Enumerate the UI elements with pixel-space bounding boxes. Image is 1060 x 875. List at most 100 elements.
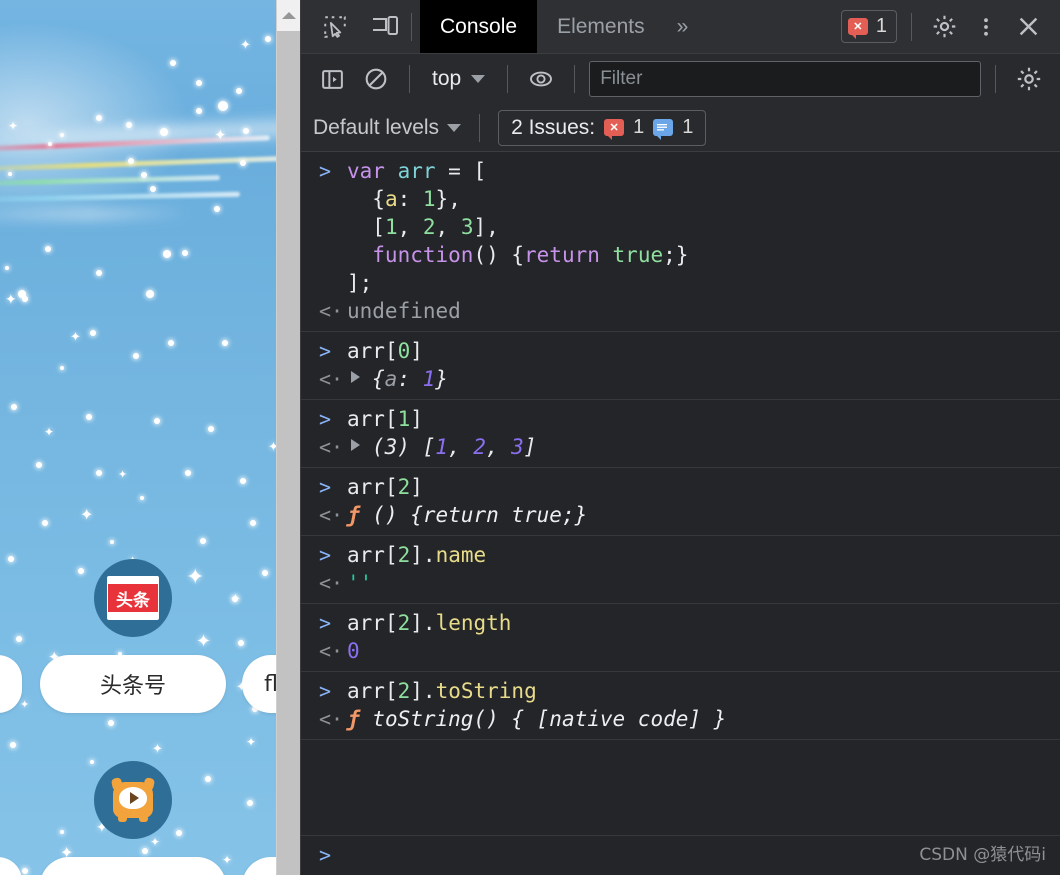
console-input-code: [1, 2, 3], <box>347 215 499 239</box>
app-label-partial-right[interactable]: fl <box>242 655 276 713</box>
more-tabs-label: » <box>676 14 689 38</box>
console-log-group: > arr[2].length <· 0 <box>301 604 1060 672</box>
inspect-element-icon[interactable] <box>317 9 353 45</box>
log-levels-selector[interactable]: Default levels <box>313 116 462 140</box>
console-log-area[interactable]: > var arr = [ {a: 1}, [1, 2, 3], function… <box>301 152 1060 835</box>
app-label-text: 头条号 <box>99 674 166 699</box>
output-marker-icon: <· <box>319 707 344 731</box>
console-input-code: var arr = [ <box>347 159 487 183</box>
app-label-toutiao[interactable]: 头条号 <box>40 655 226 713</box>
gear-icon[interactable] <box>926 9 962 45</box>
watermark-text: CSDN @猿代码i <box>919 845 1046 865</box>
expand-triangle-icon[interactable] <box>351 371 360 383</box>
context-selector[interactable]: top <box>424 67 493 91</box>
console-toolbar: top <box>301 54 1060 104</box>
console-input-code: arr[0] <box>347 339 423 363</box>
console-input-code: arr[2].name <box>347 543 487 567</box>
filter-bar-divider <box>479 113 481 142</box>
console-input-code: arr[2].length <box>347 611 512 635</box>
console-toolbar-divider-1 <box>409 65 410 93</box>
console-input-line: function() {return true;} <box>301 241 1060 269</box>
toutiao-logo-icon: 头条 <box>107 576 159 620</box>
output-marker-icon: <· <box>319 435 344 459</box>
issues-error-count: 1 <box>633 116 645 138</box>
tab-console-label: Console <box>440 14 518 38</box>
tabbar-right-divider <box>911 12 912 41</box>
close-icon[interactable] <box>1010 9 1046 45</box>
console-settings-gear-icon[interactable] <box>1010 60 1048 98</box>
output-marker-icon: <· <box>319 299 344 323</box>
expand-triangle-icon[interactable] <box>351 439 360 451</box>
input-marker-icon: > <box>319 159 332 183</box>
console-output-line: <· ƒ toString() { [native code] } <box>301 705 1060 733</box>
input-marker-icon: > <box>319 339 332 363</box>
clear-console-icon[interactable] <box>357 60 395 98</box>
filter-input[interactable] <box>589 61 981 97</box>
console-output-value: '' <box>347 571 373 595</box>
tabbar-divider <box>411 12 412 41</box>
input-marker-icon: > <box>319 475 332 499</box>
console-input-line: > arr[2].toString <box>301 677 1060 705</box>
console-input-line: > arr[2].name <box>301 541 1060 569</box>
app-icon-toutiao[interactable]: 头条 <box>94 559 172 637</box>
output-marker-icon: <· <box>319 571 344 595</box>
console-log-group: > arr[1] <· (3) [1, 2, 3] <box>301 400 1060 468</box>
input-marker-icon: > <box>319 543 332 567</box>
console-toolbar-divider-2 <box>507 65 509 93</box>
console-output-line: <· '' <box>301 569 1060 597</box>
console-toolbar-divider-4 <box>995 65 996 93</box>
console-input-line: > arr[2].length <box>301 609 1060 637</box>
console-output-line: <· (3) [1, 2, 3] <box>301 433 1060 461</box>
input-marker-icon: > <box>319 679 332 703</box>
console-log-group: > var arr = [ {a: 1}, [1, 2, 3], function… <box>301 152 1060 332</box>
input-marker-icon: > <box>319 611 332 635</box>
console-input-code: arr[1] <box>347 407 423 431</box>
context-selector-label: top <box>432 67 462 90</box>
console-output-line: <· ƒ () {return true;} <box>301 501 1060 529</box>
input-marker-icon: > <box>319 407 332 431</box>
issues-badge[interactable]: 2 Issues: ✕ 1 1 <box>498 109 707 146</box>
issues-info-bubble-icon <box>653 119 674 140</box>
devtools-tabbar: Console Elements » ✕ 1 <box>301 0 1060 54</box>
console-input-code: arr[2] <box>347 475 423 499</box>
console-input-line: {a: 1}, <box>301 185 1060 213</box>
console-input-line: ]; <box>301 269 1060 297</box>
issues-info-count: 1 <box>682 116 694 138</box>
console-output-value: undefined <box>347 299 461 323</box>
device-toolbar-icon[interactable] <box>367 9 403 45</box>
tab-elements[interactable]: Elements <box>537 0 665 53</box>
chevron-down-icon <box>447 123 462 132</box>
more-tabs-icon[interactable]: » <box>665 0 701 53</box>
app-label-partial-bottom[interactable] <box>40 857 226 875</box>
tab-console[interactable]: Console <box>420 0 538 53</box>
live-expression-eye-icon[interactable] <box>522 60 560 98</box>
output-marker-icon: <· <box>319 367 344 391</box>
console-sidebar-icon[interactable] <box>313 60 351 98</box>
output-marker-icon: <· <box>319 503 344 527</box>
aurora-streaks-decoration <box>0 116 276 250</box>
output-marker-icon: <· <box>319 639 344 663</box>
console-input-line: > arr[1] <box>301 405 1060 433</box>
tab-elements-label: Elements <box>557 14 645 38</box>
app-label-partial-bottom-right[interactable] <box>242 857 276 875</box>
error-count-badge[interactable]: ✕ 1 <box>840 10 897 43</box>
console-output-value: (3) [1, 2, 3] <box>347 433 536 461</box>
page-scrollbar[interactable] <box>276 0 300 875</box>
console-output-value: {a: 1} <box>347 365 448 393</box>
console-output-value: 0 <box>347 639 360 663</box>
scrollbar-thumb[interactable] <box>277 31 300 875</box>
web-page-pane[interactable]: ✦✦✦✦✦✦✦✦✦✦✦✦✦✦✦✦✦✦✦✦✦✦✦ 头条 头条号 fl <box>0 0 276 875</box>
console-output-value: ƒ toString() { [native code] } <box>347 707 727 731</box>
app-label-partial-bottom-left[interactable] <box>0 857 22 875</box>
kebab-menu-icon[interactable] <box>968 9 1004 45</box>
xigua-logo-icon <box>110 777 156 822</box>
console-filter-bar: Default levels 2 Issues: ✕ 1 1 <box>301 104 1060 152</box>
app-icon-xigua-video[interactable] <box>94 761 172 839</box>
scrollbar-up-arrow-icon[interactable] <box>277 0 300 31</box>
console-log-group: > arr[2] <· ƒ () {return true;} <box>301 468 1060 536</box>
console-output-line: <· 0 <box>301 637 1060 665</box>
console-log-group: > arr[2].name <· '' <box>301 536 1060 604</box>
console-output-line: <· undefined <box>301 297 1060 325</box>
chevron-down-icon <box>471 75 486 83</box>
app-label-partial-left[interactable] <box>0 655 22 713</box>
